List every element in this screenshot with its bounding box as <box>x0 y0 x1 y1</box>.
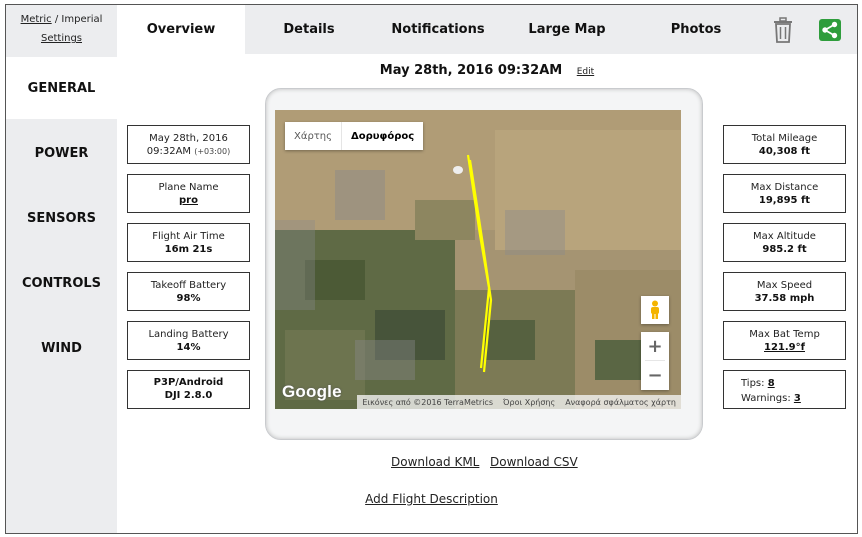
max-distance-label: Max Distance <box>750 182 819 193</box>
edit-datetime-link[interactable]: Edit <box>577 67 594 77</box>
tips-label: Tips: <box>741 378 765 389</box>
tab-overview[interactable]: Overview <box>117 5 245 54</box>
air-time-value: 16m 21s <box>164 244 213 255</box>
flight-path <box>466 154 493 373</box>
street-view-pegman-button[interactable] <box>641 296 669 324</box>
add-description-row: Add Flight Description <box>6 492 857 506</box>
add-flight-description-link[interactable]: Add Flight Description <box>365 492 498 506</box>
warnings-label: Warnings: <box>741 393 791 404</box>
total-mileage-label: Total Mileage <box>751 133 818 144</box>
sidebar: Metric / Imperial Settings GENERAL POWER… <box>6 5 117 533</box>
flight-datetime: May 28th, 2016 09:32AM <box>379 63 563 78</box>
flight-map[interactable]: Χάρτης Δορυφόρος + − Google Εικόνες από … <box>275 110 681 409</box>
tab-notifications[interactable]: Notifications <box>373 5 503 54</box>
landing-battery-label: Landing Battery <box>148 329 229 340</box>
takeoff-battery-value: 98% <box>176 293 201 304</box>
trash-icon[interactable] <box>771 17 795 43</box>
sidebar-item-wind[interactable]: WIND <box>6 317 117 379</box>
tab-large-map[interactable]: Large Map <box>503 5 631 54</box>
map-type-map-button[interactable]: Χάρτης <box>285 122 343 150</box>
max-speed-card: Max Speed 37.58 mph <box>723 272 846 311</box>
sidebar-item-sensors[interactable]: SENSORS <box>6 187 117 249</box>
landing-battery-card: Landing Battery 14% <box>127 321 250 360</box>
warnings-count-link[interactable]: 3 <box>794 393 801 404</box>
max-altitude-value: 985.2 ft <box>762 244 807 255</box>
pegman-icon <box>651 300 659 319</box>
metric-link[interactable]: Metric <box>21 14 52 25</box>
tips-count-link[interactable]: 8 <box>768 378 775 389</box>
tab-photos[interactable]: Photos <box>631 5 761 54</box>
plane-name-label: Plane Name <box>158 182 219 193</box>
plane-name-card: Plane Name pro <box>127 174 250 213</box>
tips-warnings-card: Tips: 8 Warnings: 3 <box>723 370 846 409</box>
map-attribution-bar: Εικόνες από ©2016 TerraMetrics Όροι Χρήσ… <box>357 395 681 409</box>
landing-battery-value: 14% <box>176 342 201 353</box>
max-speed-label: Max Speed <box>756 280 813 291</box>
zoom-out-button[interactable]: − <box>641 361 669 389</box>
flight-date-card: May 28th, 2016 09:32AM (+03:00) <box>127 125 250 164</box>
imperial-label: Imperial <box>61 14 103 25</box>
app-version-card: P3P/Android DJI 2.8.0 <box>127 370 250 409</box>
max-bat-temp-label: Max Bat Temp <box>749 329 820 340</box>
share-icon <box>822 21 838 39</box>
map-attribution: Εικόνες από ©2016 TerraMetrics <box>362 397 493 407</box>
sidebar-item-power[interactable]: POWER <box>6 122 117 184</box>
map-type-control: Χάρτης Δορυφόρος <box>285 122 424 150</box>
plane-name-link[interactable]: pro <box>128 194 249 207</box>
report-map-error-link[interactable]: Αναφορά σφάλματος χάρτη <box>560 398 681 407</box>
share-button[interactable] <box>819 19 841 41</box>
terms-link[interactable]: Όροι Χρήσης <box>498 398 560 407</box>
total-mileage-card: Total Mileage 40,308 ft <box>723 125 846 164</box>
max-altitude-label: Max Altitude <box>753 231 816 242</box>
units-box: Metric / Imperial Settings <box>6 5 117 54</box>
max-bat-temp-card: Max Bat Temp 121.9°f <box>723 321 846 360</box>
max-speed-value: 37.58 mph <box>754 293 815 304</box>
max-distance-card: Max Distance 19,895 ft <box>723 174 846 213</box>
max-distance-value: 19,895 ft <box>758 195 811 206</box>
map-type-satellite-button[interactable]: Δορυφόρος <box>342 122 423 150</box>
flight-date: May 28th, 2016 <box>149 133 228 144</box>
flight-timezone: (+03:00) <box>194 147 231 156</box>
flight-datetime-header: May 28th, 2016 09:32AM Edit <box>117 63 857 78</box>
max-bat-temp-link[interactable]: 121.9°f <box>724 341 845 354</box>
takeoff-battery-card: Takeoff Battery 98% <box>127 272 250 311</box>
air-time-card: Flight Air Time 16m 21s <box>127 223 250 262</box>
takeoff-battery-label: Takeoff Battery <box>150 280 227 291</box>
app-version: DJI 2.8.0 <box>164 390 213 401</box>
zoom-control: + − <box>641 332 669 390</box>
download-kml-link[interactable]: Download KML <box>391 455 479 469</box>
google-logo: Google <box>282 382 342 401</box>
settings-link[interactable]: Settings <box>41 33 82 44</box>
tab-bar: Overview Details Notifications Large Map… <box>117 5 857 54</box>
units-separator: / <box>51 14 62 25</box>
max-altitude-card: Max Altitude 985.2 ft <box>723 223 846 262</box>
sidebar-item-controls[interactable]: CONTROLS <box>6 252 117 314</box>
zoom-in-button[interactable]: + <box>641 332 669 360</box>
total-mileage-value: 40,308 ft <box>758 146 811 157</box>
app-frame: Metric / Imperial Settings GENERAL POWER… <box>5 4 858 534</box>
app-platform: P3P/Android <box>153 377 224 388</box>
air-time-label: Flight Air Time <box>152 231 225 242</box>
flight-time: 09:32AM <box>146 146 192 157</box>
tab-details[interactable]: Details <box>245 5 373 54</box>
sidebar-item-general[interactable]: GENERAL <box>6 57 117 119</box>
download-csv-link[interactable]: Download CSV <box>490 455 578 469</box>
